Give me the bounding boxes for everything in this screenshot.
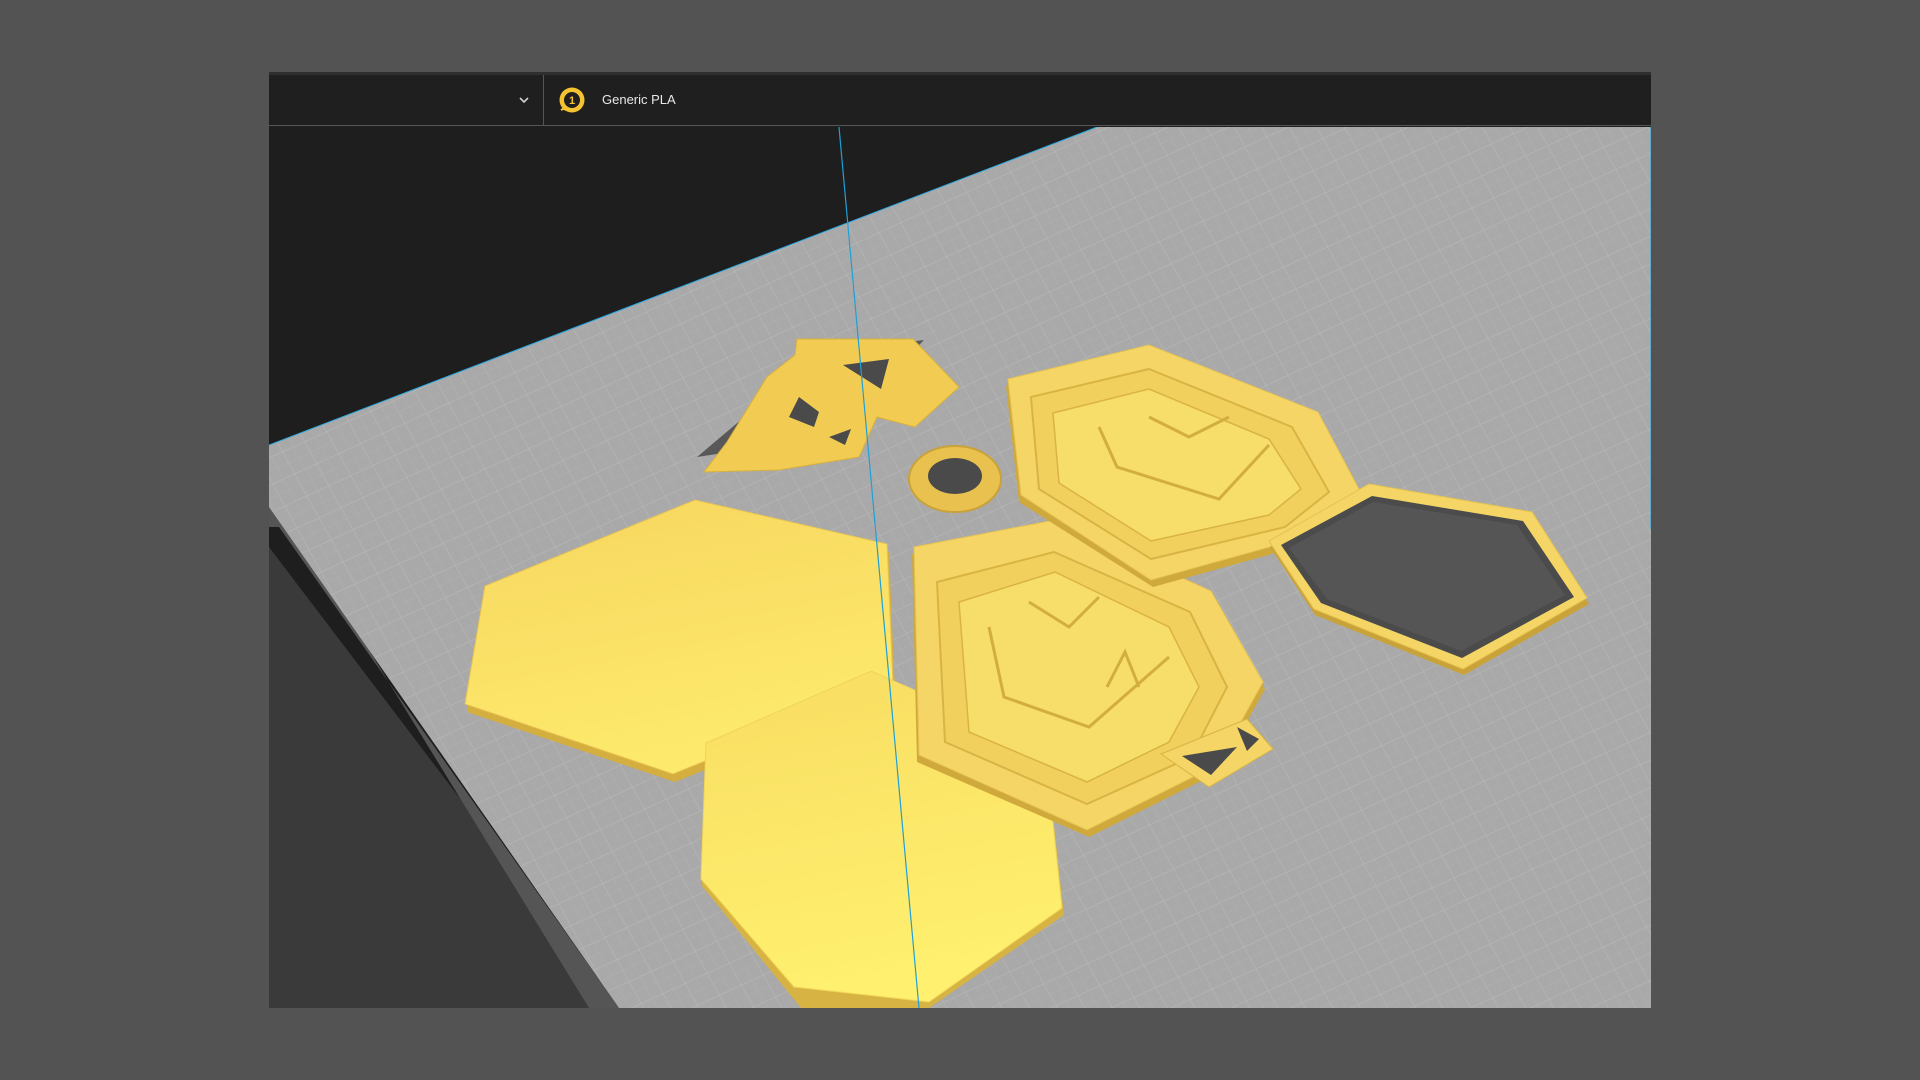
material-selector[interactable]: 1 Generic PLA — [544, 75, 1044, 125]
extruder-badge-icon: 1 — [559, 87, 585, 113]
model-ring — [908, 445, 1002, 513]
extruder-number: 1 — [569, 95, 575, 107]
material-name: Generic PLA — [602, 92, 676, 107]
3d-viewport[interactable] — [269, 127, 1651, 1008]
printer-selector[interactable] — [269, 75, 544, 125]
chevron-down-icon — [519, 97, 529, 104]
stage-toolbar: 1 Generic PLA — [269, 75, 1651, 126]
build-plate-scene[interactable] — [269, 127, 1651, 1008]
app-window: 1 Generic PLA — [269, 72, 1651, 1008]
